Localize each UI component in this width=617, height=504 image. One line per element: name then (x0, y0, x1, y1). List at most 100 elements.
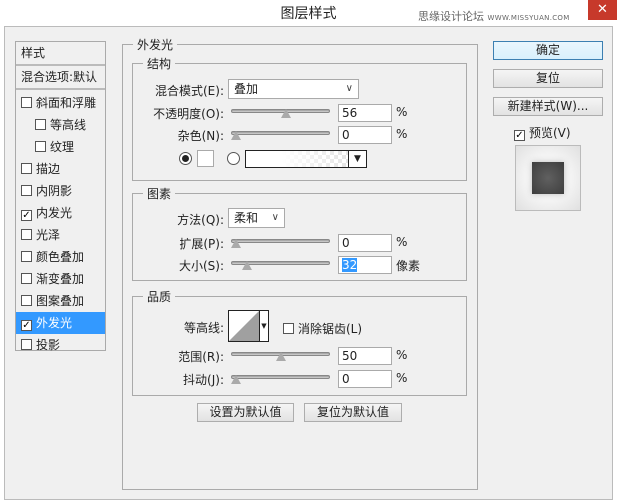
title-bar: 图层样式 思缘设计论坛 WWW.MISSYUAN.COM ✕ (0, 0, 617, 26)
contour-picker[interactable]: ▼ (228, 310, 269, 342)
checkbox[interactable] (21, 295, 32, 306)
range-slider[interactable] (231, 352, 330, 361)
sidebar-item-label: 内阴影 (36, 184, 73, 198)
percent-unit: % (396, 235, 408, 249)
checkbox[interactable] (35, 141, 46, 152)
close-button[interactable]: ✕ (588, 0, 617, 20)
checkbox[interactable] (21, 251, 32, 262)
sidebar-item[interactable]: 颜色叠加 (16, 246, 105, 268)
range-input[interactable]: 50 (338, 347, 392, 365)
sidebar-item[interactable]: 等高线 (16, 114, 105, 136)
jitter-slider[interactable] (231, 375, 330, 384)
noise-input[interactable]: 0 (338, 126, 392, 144)
slider-thumb[interactable] (242, 261, 253, 270)
slider-thumb[interactable] (231, 131, 241, 140)
sidebar-item[interactable]: 纹理 (16, 136, 105, 158)
sidebar-item-label: 渐变叠加 (36, 272, 85, 286)
slider-thumb[interactable] (280, 109, 291, 118)
slider-thumb[interactable] (275, 352, 286, 361)
styles-list: 样式 混合选项:默认 斜面和浮雕等高线纹理描边内阴影 ✓ 内发光光泽颜色叠加渐变叠加… (15, 41, 106, 352)
sidebar-item-label: 外发光 (36, 316, 73, 330)
size-input[interactable]: 32 (338, 256, 392, 274)
blend-mode-select[interactable]: 叠加 ∨ (228, 79, 359, 99)
checkbox[interactable] (21, 163, 32, 174)
method-select[interactable]: 柔和 ∨ (228, 208, 285, 228)
method-value: 柔和 (234, 211, 259, 225)
opacity-slider[interactable] (231, 109, 330, 118)
checkbox[interactable] (21, 339, 32, 350)
noise-label: 杂色(N): (177, 129, 224, 143)
checkbox[interactable]: ✓ (21, 320, 32, 331)
gradient-picker[interactable]: ▼ (245, 150, 367, 168)
styles-header[interactable]: 样式 (16, 42, 105, 66)
ok-button[interactable]: 确定 (493, 41, 603, 60)
checkbox[interactable] (21, 273, 32, 284)
reset-button[interactable]: 复位 (493, 69, 603, 88)
checkbox[interactable] (21, 229, 32, 240)
make-default-button[interactable]: 设置为默认值 (197, 403, 294, 422)
sidebar-item-label: 光泽 (36, 228, 61, 242)
structure-title: 结构 (143, 55, 176, 72)
sidebar-item[interactable]: ✓ 外发光 (16, 312, 105, 334)
color-radio[interactable] (179, 152, 192, 165)
reset-default-button[interactable]: 复位为默认值 (304, 403, 402, 422)
percent-unit: % (396, 105, 408, 119)
opacity-input[interactable]: 56 (338, 104, 392, 122)
sidebar-item[interactable]: 渐变叠加 (16, 268, 105, 290)
dropdown-arrow-icon[interactable]: ▼ (348, 151, 366, 167)
sidebar-item-label: 描边 (36, 162, 61, 176)
new-style-button[interactable]: 新建样式(W)... (493, 97, 603, 116)
watermark: 思缘设计论坛 WWW.MISSYUAN.COM (418, 8, 570, 24)
sidebar-item[interactable]: 光泽 (16, 224, 105, 246)
percent-unit: % (396, 127, 408, 141)
sidebar-item-label: 纹理 (50, 140, 75, 154)
spread-slider[interactable] (231, 239, 330, 248)
sidebar-item[interactable]: 斜面和浮雕 (16, 92, 105, 114)
watermark-url: WWW.MISSYUAN.COM (487, 14, 570, 22)
sidebar-item-label: 图案叠加 (36, 294, 85, 308)
size-label: 大小(S): (178, 259, 224, 273)
radio-dot (182, 155, 189, 162)
range-label: 范围(R): (178, 350, 224, 364)
slider-thumb[interactable] (231, 239, 241, 248)
opacity-label: 不透明度(O): (153, 107, 224, 121)
percent-unit: % (396, 348, 408, 362)
size-slider[interactable] (231, 261, 330, 270)
slider-thumb[interactable] (231, 375, 241, 384)
quality-title: 品质 (143, 288, 176, 305)
sidebar-item[interactable]: 图案叠加 (16, 290, 105, 312)
panel-title: 外发光 (133, 36, 178, 53)
dropdown-arrow-icon[interactable]: ▼ (259, 311, 268, 341)
checkbox[interactable] (283, 323, 294, 334)
sidebar-item[interactable]: ✓ 内发光 (16, 202, 105, 224)
preview-checkbox[interactable]: ✓ 预览(V) (514, 124, 571, 141)
sidebar-item-label: 等高线 (50, 118, 87, 132)
jitter-input[interactable]: 0 (338, 370, 392, 388)
chevron-down-icon: ∨ (345, 83, 353, 94)
pixel-unit: 像素 (396, 259, 421, 273)
blend-options-item[interactable]: 混合选项:默认 (16, 66, 105, 90)
checkbox[interactable]: ✓ (514, 130, 525, 141)
sidebar-item-label: 投影 (36, 338, 61, 352)
contour-label: 等高线: (183, 321, 224, 335)
size-value-selected: 32 (342, 258, 358, 272)
antialias-checkbox[interactable]: 消除锯齿(L) (283, 320, 362, 337)
chevron-down-icon: ∨ (271, 212, 279, 223)
spread-input[interactable]: 0 (338, 234, 392, 252)
sidebar-item[interactable]: 描边 (16, 158, 105, 180)
color-swatch[interactable] (197, 150, 214, 167)
percent-unit: % (396, 371, 408, 385)
noise-slider[interactable] (231, 131, 330, 140)
sidebar-item[interactable]: 投影 (16, 334, 105, 356)
sidebar-item[interactable]: 内阴影 (16, 180, 105, 202)
checkbox[interactable] (21, 185, 32, 196)
preview-swatch (532, 162, 564, 194)
checkbox[interactable] (35, 119, 46, 130)
gradient-radio[interactable] (227, 152, 240, 165)
sidebar-item-label: 斜面和浮雕 (36, 96, 97, 110)
elements-title: 图素 (143, 185, 176, 202)
jitter-label: 抖动(J): (183, 373, 224, 387)
checkbox[interactable]: ✓ (21, 210, 32, 221)
sidebar-item-label: 内发光 (36, 206, 73, 220)
checkbox[interactable] (21, 97, 32, 108)
